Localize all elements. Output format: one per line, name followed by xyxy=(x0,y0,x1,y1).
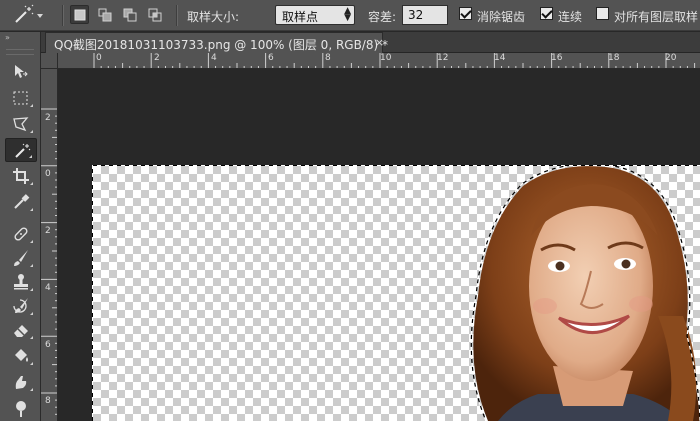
intersect-selection-icon xyxy=(148,8,162,22)
rect-marquee-icon xyxy=(13,91,28,105)
ruler-number: 14 xyxy=(494,53,506,63)
document-tab-bar: QQ截图20181031103733.png @ 100% (图层 0, RGB… xyxy=(41,32,700,53)
move-tool[interactable] xyxy=(5,60,37,84)
dodge-tool[interactable] xyxy=(5,396,37,420)
ruler-number: 2 xyxy=(154,53,160,63)
sample-size-label: 取样大小: xyxy=(187,10,240,24)
ruler-number: 2 xyxy=(45,113,51,123)
document-tab[interactable]: QQ截图20181031103733.png @ 100% (图层 0, RGB… xyxy=(45,32,388,53)
tool-preset-picker[interactable] xyxy=(10,4,44,26)
contiguous-label: 连续 xyxy=(558,10,583,24)
move-icon xyxy=(15,65,28,78)
ruler-number: 2 xyxy=(45,226,51,236)
magic-wand-icon xyxy=(15,4,43,23)
separator xyxy=(62,5,64,26)
tolerance-label: 容差: xyxy=(368,10,397,24)
sample-all-layers-checkbox[interactable] xyxy=(596,7,609,20)
subtract-from-selection-button[interactable] xyxy=(120,5,139,24)
ruler-number: 10 xyxy=(380,53,392,63)
anti-alias-checkbox[interactable] xyxy=(459,7,472,20)
selection-marquee-top xyxy=(93,165,700,166)
portrait-layer xyxy=(470,166,700,421)
add-selection-icon xyxy=(98,8,112,22)
subtract-selection-icon xyxy=(123,8,137,22)
ruler-number: 18 xyxy=(608,53,620,63)
horizontal-ruler[interactable]: 0 2 4 6 8 10 12 14 16 18 20 xyxy=(58,53,700,69)
tools-panel: » xyxy=(0,32,41,421)
ruler-number: 6 xyxy=(268,53,274,63)
intersect-selection-button[interactable] xyxy=(145,5,164,24)
ruler-number: 4 xyxy=(211,53,217,63)
stamp-icon xyxy=(14,274,28,290)
select-arrows-icon: ▲ ▼ xyxy=(344,6,351,23)
ruler-number: 16 xyxy=(551,53,563,63)
collapse-panel-icon[interactable]: » xyxy=(5,33,10,42)
brush-tool[interactable] xyxy=(5,246,37,270)
add-to-selection-button[interactable] xyxy=(95,5,114,24)
vertical-ruler[interactable]: 2 0 2 4 6 8 xyxy=(41,69,58,421)
anti-alias-label: 消除锯齿 xyxy=(477,10,526,24)
bandage-icon xyxy=(14,227,28,241)
ruler-number: 8 xyxy=(45,396,51,406)
selection-marquee-left xyxy=(92,165,93,421)
ruler-number: 20 xyxy=(665,53,677,63)
clone-stamp-tool[interactable] xyxy=(5,270,37,294)
crop-tool[interactable] xyxy=(5,164,37,188)
paint-bucket-tool[interactable] xyxy=(5,344,37,368)
options-bar: 取样大小: 取样点 ▲ ▼ 容差: 32 消除锯齿 连续 对所有图层取样 xyxy=(0,0,700,31)
smudge-icon xyxy=(15,376,27,389)
sample-size-value: 取样点 xyxy=(282,10,319,24)
ruler-number: 0 xyxy=(96,53,102,63)
contiguous-checkbox[interactable] xyxy=(540,7,553,20)
panel-grip[interactable] xyxy=(6,49,34,55)
marquee-tool[interactable] xyxy=(5,86,37,110)
eraser-icon xyxy=(14,325,28,337)
document-canvas[interactable] xyxy=(93,166,700,421)
tolerance-input[interactable]: 32 xyxy=(402,5,448,25)
ruler-number: 0 xyxy=(45,169,51,179)
new-selection-button[interactable] xyxy=(70,5,89,24)
close-icon[interactable]: × xyxy=(375,36,384,49)
ruler-number: 6 xyxy=(45,340,51,350)
dodge-icon xyxy=(16,401,26,417)
healing-brush-tool[interactable] xyxy=(5,222,37,246)
history-brush-tool[interactable] xyxy=(5,294,37,318)
eyedropper-tool[interactable] xyxy=(5,190,37,214)
magic-wand-tool[interactable] xyxy=(5,138,37,162)
paint-bucket-icon xyxy=(15,349,28,362)
new-selection-icon xyxy=(74,9,86,21)
polygonal-lasso-icon xyxy=(13,117,29,132)
blur-tool[interactable] xyxy=(5,370,37,394)
ruler-number: 12 xyxy=(437,53,449,63)
sample-all-layers-label: 对所有图层取样 xyxy=(614,10,699,24)
history-brush-icon xyxy=(13,298,28,313)
crop-icon xyxy=(13,168,29,184)
brush-icon xyxy=(14,250,28,266)
eraser-tool[interactable] xyxy=(5,318,37,342)
ruler-origin[interactable] xyxy=(41,53,58,69)
document-title: QQ截图20181031103733.png @ 100% (图层 0, RGB… xyxy=(54,38,388,52)
ruler-number: 4 xyxy=(45,283,51,293)
eyedropper-icon xyxy=(14,194,30,209)
lasso-tool[interactable] xyxy=(5,112,37,136)
sample-size-select[interactable]: 取样点 ▲ ▼ xyxy=(275,5,355,25)
ruler-number: 8 xyxy=(325,53,331,63)
separator xyxy=(176,5,178,26)
